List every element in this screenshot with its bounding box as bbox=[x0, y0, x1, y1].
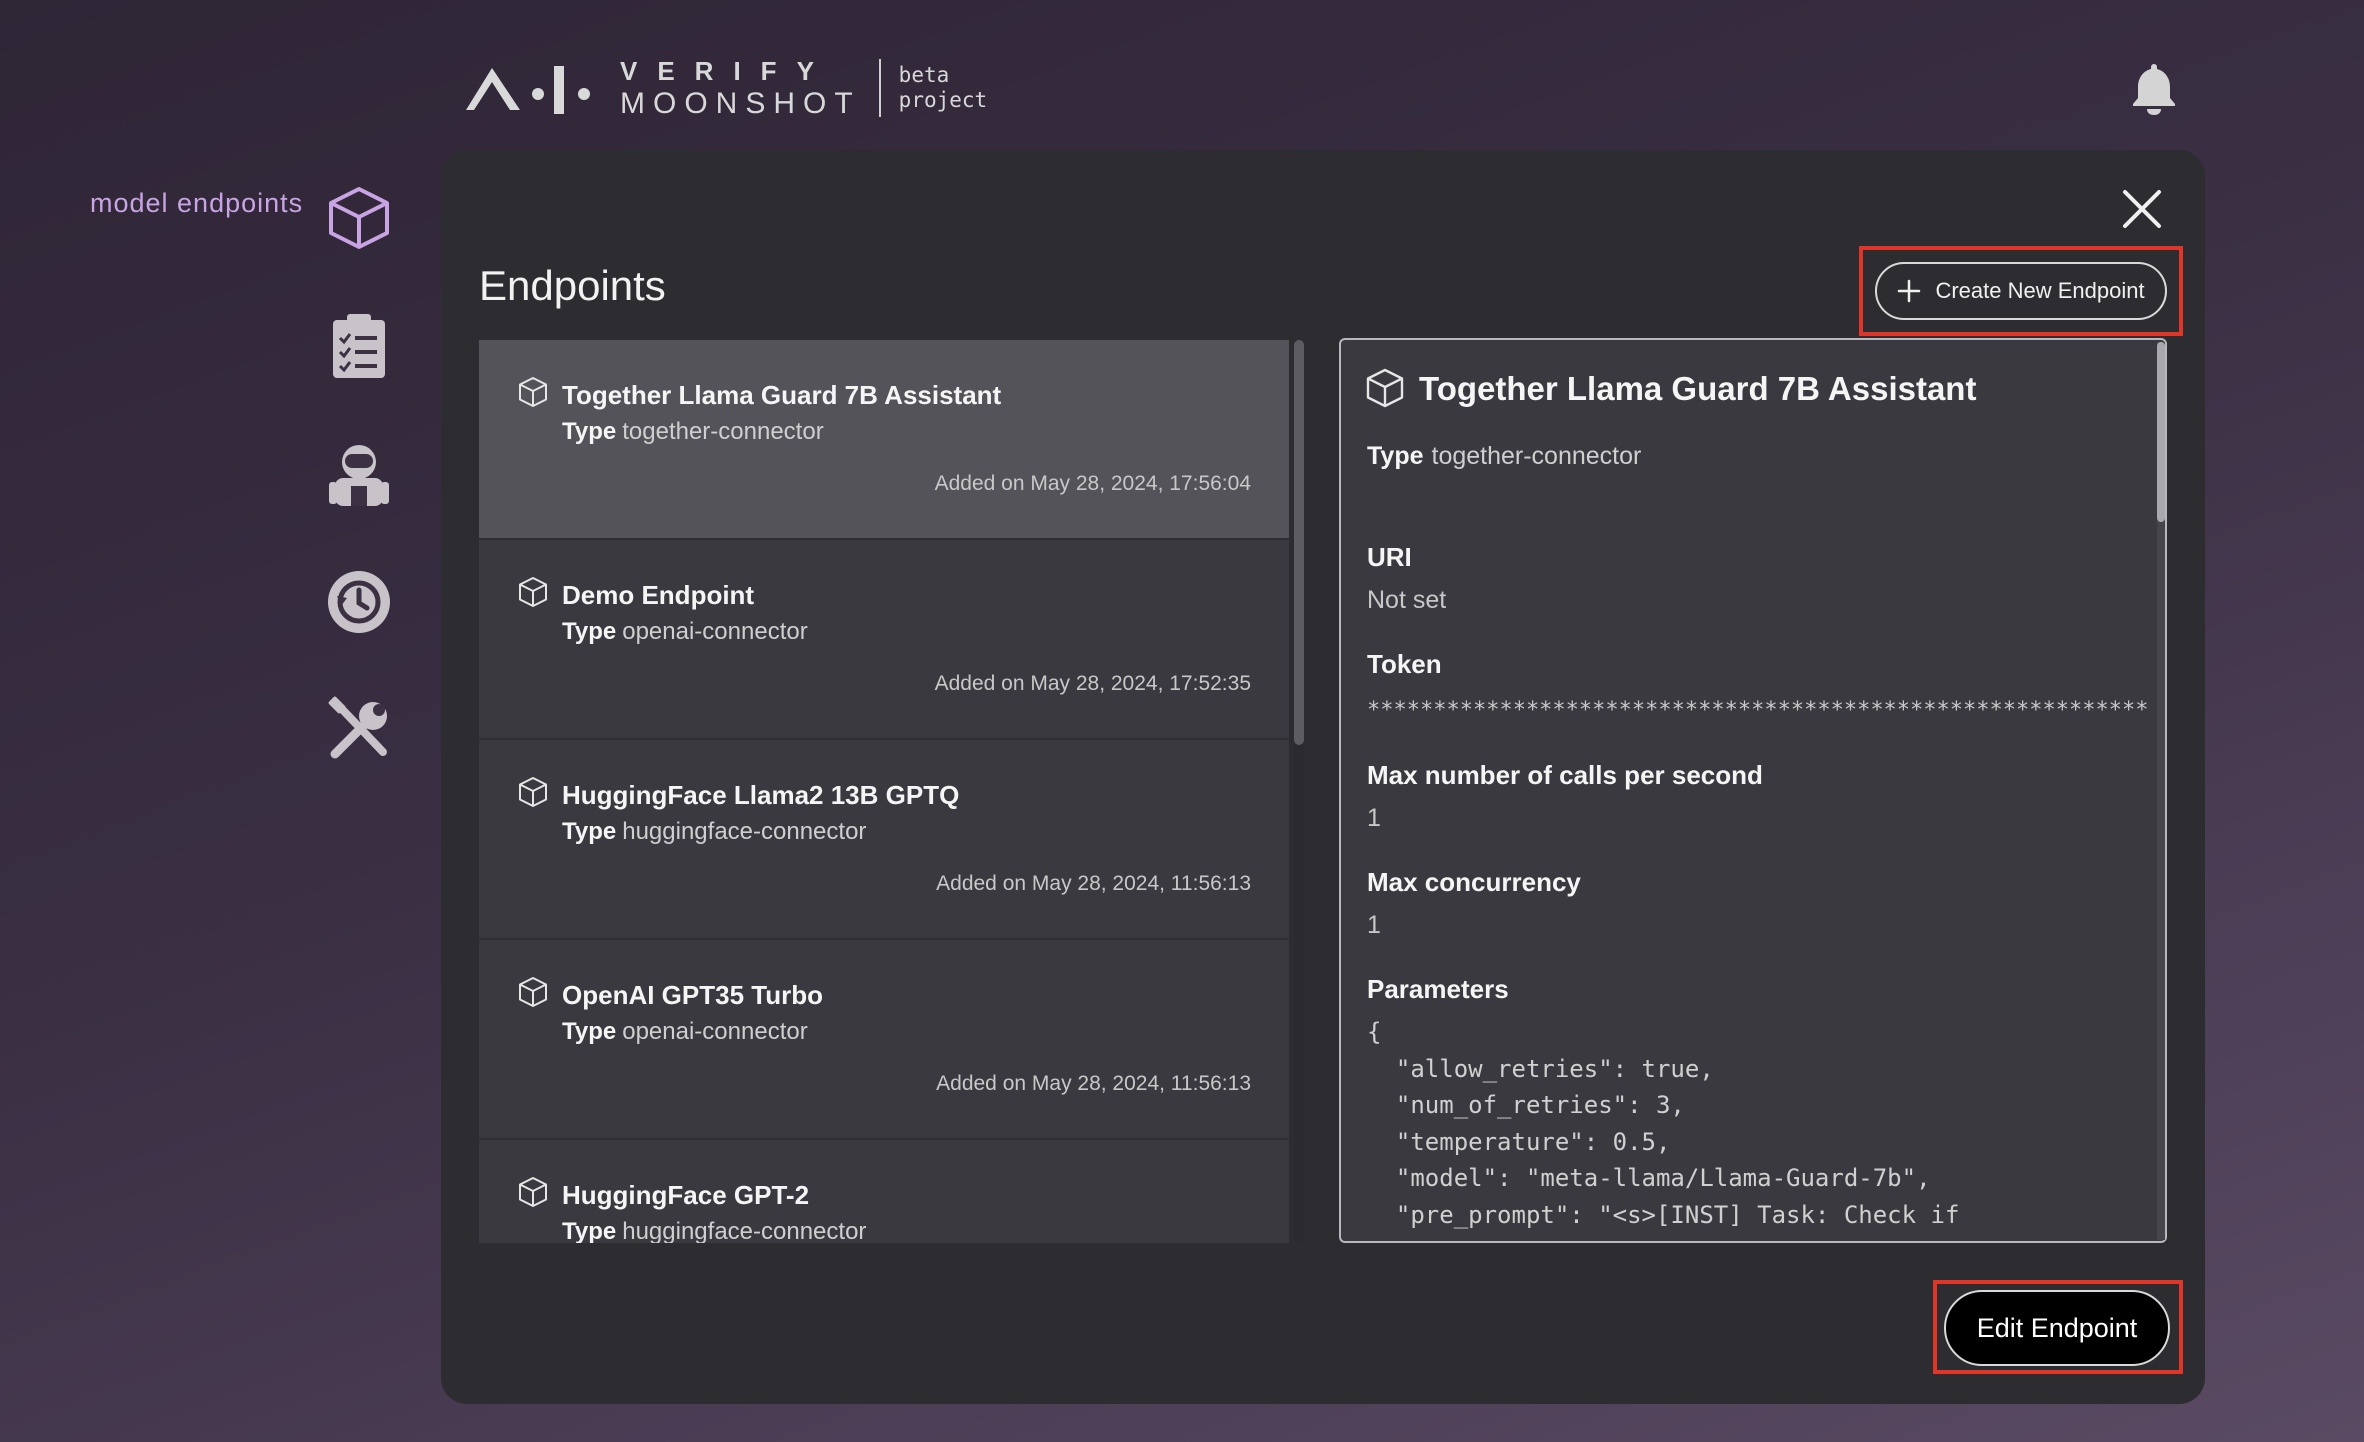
app-logo: VERIFY MOONSHOT beta project bbox=[462, 56, 987, 120]
type-value: openai-connector bbox=[622, 1018, 808, 1045]
parameters-value: { "allow_retries": true, "num_of_retries… bbox=[1367, 1018, 1960, 1229]
endpoint-list-item[interactable]: Demo Endpoint Type openai-connector Added… bbox=[479, 540, 1289, 740]
endpoint-type: Type openai-connector bbox=[562, 1018, 808, 1046]
cube-icon bbox=[519, 577, 547, 607]
cube-icon bbox=[519, 977, 547, 1007]
max-concurrency-value: 1 bbox=[1367, 911, 1381, 939]
tools-icon[interactable] bbox=[325, 696, 393, 764]
endpoint-list-item[interactable]: Together Llama Guard 7B Assistant Type to… bbox=[479, 340, 1289, 540]
detail-type-value: together-connector bbox=[1431, 442, 1642, 470]
parameters-label: Parameters bbox=[1367, 974, 1509, 1004]
edit-button-highlight: Edit Endpoint bbox=[1933, 1280, 2183, 1374]
max-concurrency-label: Max concurrency bbox=[1367, 867, 1581, 897]
plus-icon bbox=[1898, 279, 1921, 303]
type-label: Type bbox=[562, 818, 617, 845]
endpoint-type: Type huggingface-connector bbox=[562, 818, 866, 846]
endpoint-type: Type openai-connector bbox=[562, 618, 808, 646]
logo-moonshot-text: MOONSHOT bbox=[620, 87, 861, 120]
uri-value: Not set bbox=[1367, 586, 1447, 614]
logo-divider bbox=[878, 59, 881, 117]
beta-tag: beta bbox=[898, 63, 950, 87]
endpoint-list-item[interactable]: HuggingFace Llama2 13B GPTQ Type huggingf… bbox=[479, 740, 1289, 940]
endpoint-type: Type together-connector bbox=[562, 418, 824, 446]
endpoint-list: Together Llama Guard 7B Assistant Type to… bbox=[479, 340, 1289, 1243]
max-calls-value: 1 bbox=[1367, 804, 1381, 832]
type-label: Type bbox=[562, 618, 617, 645]
type-label: Type bbox=[562, 1018, 617, 1045]
cube-icon bbox=[519, 777, 547, 807]
uri-label: URI bbox=[1367, 542, 1412, 572]
endpoint-type: Type huggingface-connector bbox=[562, 1218, 866, 1243]
sidebar-active-label: model endpoints bbox=[90, 188, 304, 218]
endpoint-added-date: Added on May 28, 2024, 17:56:04 bbox=[934, 472, 1251, 495]
type-value: together-connector bbox=[622, 418, 824, 445]
endpoint-detail: Together Llama Guard 7B Assistant Type to… bbox=[1339, 338, 2167, 1243]
endpoint-list-item[interactable]: OpenAI GPT35 Turbo Type openai-connector … bbox=[479, 940, 1289, 1140]
create-button-label: Create New Endpoint bbox=[1935, 278, 2145, 303]
cube-icon bbox=[519, 1177, 547, 1207]
project-tag: project bbox=[898, 88, 988, 112]
max-calls-label: Max number of calls per second bbox=[1367, 760, 1763, 790]
cube-icon[interactable] bbox=[325, 184, 393, 252]
astronaut-icon[interactable] bbox=[325, 440, 393, 508]
detail-scrollbar-thumb[interactable] bbox=[2157, 342, 2165, 522]
create-button-highlight: Create New Endpoint bbox=[1859, 246, 2183, 336]
type-label: Type bbox=[562, 418, 617, 445]
endpoints-panel: Endpoints Create New Endpoint Together L… bbox=[441, 150, 2205, 1404]
type-label: Type bbox=[562, 1218, 617, 1243]
token-value: ****************************************… bbox=[1367, 698, 2147, 723]
history-icon[interactable] bbox=[325, 568, 393, 636]
close-icon[interactable] bbox=[2121, 188, 2163, 230]
list-scrollbar[interactable] bbox=[1294, 340, 1304, 1243]
logo-verify-text: VERIFY bbox=[620, 56, 834, 86]
type-value: huggingface-connector bbox=[622, 818, 867, 845]
endpoint-name: OpenAI GPT35 Turbo bbox=[562, 980, 823, 1010]
endpoint-added-date: Added on May 28, 2024, 11:56:13 bbox=[936, 1072, 1251, 1095]
moonshot-logo-icon bbox=[466, 66, 590, 114]
token-label: Token bbox=[1367, 649, 1442, 679]
cube-icon bbox=[519, 377, 547, 407]
cube-icon bbox=[1366, 368, 1404, 408]
list-scrollbar-thumb[interactable] bbox=[1294, 340, 1304, 745]
detail-type-label: Type bbox=[1367, 442, 1424, 470]
endpoint-name: Demo Endpoint bbox=[562, 580, 755, 610]
detail-type: Type together-connector bbox=[1367, 442, 1641, 471]
clipboard-icon[interactable] bbox=[325, 312, 393, 380]
bell-icon[interactable] bbox=[2128, 60, 2180, 116]
edit-endpoint-button[interactable]: Edit Endpoint bbox=[1944, 1290, 2170, 1366]
detail-scrollbar[interactable] bbox=[2157, 342, 2165, 1240]
detail-title: Together Llama Guard 7B Assistant bbox=[1419, 370, 1977, 407]
type-value: openai-connector bbox=[622, 618, 808, 645]
endpoint-added-date: Added on May 28, 2024, 17:52:35 bbox=[934, 672, 1251, 695]
endpoint-name: HuggingFace Llama2 13B GPTQ bbox=[562, 780, 960, 810]
endpoint-name: HuggingFace GPT-2 bbox=[562, 1180, 810, 1210]
type-value: huggingface-connector bbox=[622, 1218, 867, 1243]
endpoint-list-item[interactable]: HuggingFace GPT-2 Type huggingface-connec… bbox=[479, 1140, 1289, 1243]
endpoint-added-date: Added on May 28, 2024, 11:56:13 bbox=[936, 872, 1251, 895]
create-new-endpoint-button[interactable]: Create New Endpoint bbox=[1875, 262, 2167, 320]
endpoint-name: Together Llama Guard 7B Assistant bbox=[562, 380, 1002, 410]
page-title: Endpoints bbox=[479, 262, 666, 309]
